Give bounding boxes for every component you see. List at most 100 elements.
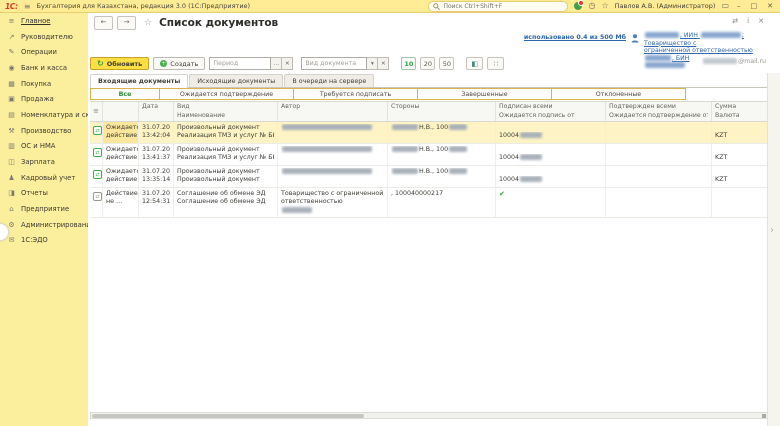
sidebar-item-otchety[interactable]: ◨Отчеты [0, 186, 88, 202]
page-size-10-button[interactable]: 10 [401, 57, 416, 70]
right-panel-strip: › [767, 73, 780, 426]
close-button[interactable]: ✕ [765, 2, 775, 10]
sidebar-item-nomenklatura[interactable]: ▤Номенклатура и склад [0, 107, 88, 123]
tab-outgoing-documents[interactable]: Исходящие документы [189, 74, 283, 87]
app-window: 1С: ≡ Бухгалтерия для Казахстана, редакц… [0, 0, 780, 426]
row-status: Ожидается действие [103, 166, 139, 187]
filter-completed[interactable]: Завершенные [417, 88, 552, 100]
favorites-icon[interactable]: ☆ [601, 2, 608, 10]
column-signed[interactable]: Подписан всемиОжидается подпись от [496, 102, 606, 121]
sidebar-item-kadrovyj-uchet[interactable]: ♟Кадровый учет [0, 170, 88, 186]
briefcase-icon: ▣ [7, 95, 16, 103]
info-icon[interactable]: i [747, 17, 749, 25]
history-icon[interactable]: ◷ [588, 2, 595, 10]
create-button[interactable]: +Создать [153, 57, 205, 70]
doc-type-dropdown-button[interactable]: ▾ [367, 57, 378, 70]
forward-button[interactable]: → [117, 16, 136, 30]
building-icon: ⌂ [7, 205, 16, 213]
user-email: @mail.ru [702, 58, 766, 65]
resize-icon[interactable]: ⇄ [732, 17, 738, 25]
storage-usage-link[interactable]: использовано 0.4 из 500 Мб [524, 34, 626, 41]
maximize-button[interactable]: □ [749, 2, 760, 10]
row-status: Действие не … [103, 188, 139, 217]
list-menu-icon[interactable]: ≡ [90, 102, 103, 121]
refresh-button[interactable]: ↻Обновить [90, 57, 149, 70]
user-icon [631, 34, 639, 43]
sidebar-item-zarplata[interactable]: ◫Зарплата [0, 154, 88, 170]
scrollbar-end [762, 414, 766, 418]
sidebar-item-os-i-nma[interactable]: ▥ОС и НМА [0, 139, 88, 155]
column-date[interactable]: Дата [139, 102, 174, 121]
main-menu-icon[interactable]: ≡ [24, 2, 31, 11]
gear-icon: ⚙ [7, 221, 16, 229]
trend-icon: ↗ [7, 33, 16, 41]
sidebar-item-rukovoditelyu[interactable]: ↗Руководителю [0, 29, 88, 45]
sidebar-item-glavnoe[interactable]: ≡Главное [0, 13, 88, 29]
search-input[interactable] [443, 3, 563, 10]
factory-icon: ⚒ [7, 127, 16, 135]
document-tabs: Входящие документы Исходящие документы В… [90, 74, 767, 88]
filter-awaiting-confirmation[interactable]: Ожидается подтверждение [159, 88, 294, 100]
redacted-text [520, 176, 542, 182]
sidebar-item-bank-i-kassa[interactable]: ◉Банк и касса [0, 60, 88, 76]
sidebar-item-prodazha[interactable]: ▣Продажа [0, 91, 88, 107]
filter-requires-signature[interactable]: Требуется подписать [293, 88, 418, 100]
back-button[interactable]: ← [94, 16, 113, 30]
form-close-icon[interactable]: ✕ [758, 17, 764, 25]
global-search[interactable] [428, 1, 568, 12]
cart-icon: ▦ [7, 80, 16, 88]
minimize-button[interactable]: – [735, 2, 743, 10]
tab-server-queue[interactable]: В очереди на сервере [284, 74, 374, 87]
edo-exchange-icon: ⇄ [93, 126, 102, 135]
favorite-star-icon[interactable]: ☆ [144, 18, 152, 28]
column-status[interactable] [103, 102, 139, 121]
filter-all[interactable]: Все [90, 88, 160, 100]
discussions-notification-icon[interactable] [574, 2, 582, 10]
current-user[interactable]: Павлов А.В. (Администратор) [615, 2, 716, 10]
display-icon[interactable]: ▭ [721, 2, 729, 10]
form-list-of-documents: ← → ☆ Список документов ⇄ i ✕ использова… [88, 13, 780, 426]
sidebar-item-1c-edo[interactable]: ✉1С:ЭДО [0, 233, 88, 249]
table-row[interactable]: ⇄ Ожидается действие 31.07.202313:41:37 … [90, 144, 768, 166]
sidebar-item-administrirovanie[interactable]: ⚙Администрирование [0, 217, 88, 233]
doc-type-input[interactable] [301, 57, 367, 70]
column-parties[interactable]: Стороны [388, 102, 496, 121]
calculator-icon: ◫ [7, 158, 16, 166]
redacted-text [449, 146, 467, 152]
redacted-text [645, 32, 679, 38]
column-author[interactable]: Автор [278, 102, 388, 121]
redacted-text [449, 168, 467, 174]
list-toolbar: ↻Обновить +Создать … ✕ ▾ ✕ 10 20 50 ◧ ∷ [90, 57, 504, 70]
column-sum[interactable]: СуммаВалюта [712, 102, 768, 121]
period-input[interactable] [209, 57, 271, 70]
column-kind-name[interactable]: ВидНаименование [174, 102, 278, 121]
table-row[interactable]: ⇄ Ожидается действие 31.07.202313:35:14 … [90, 166, 768, 188]
panel-view-button[interactable]: ◧ [466, 57, 483, 70]
page-size-50-button[interactable]: 50 [439, 57, 454, 70]
doc-type-clear-button[interactable]: ✕ [378, 57, 389, 70]
report-icon: ◨ [7, 189, 16, 197]
scrollbar-thumb[interactable] [92, 414, 364, 418]
structure-view-button[interactable]: ∷ [487, 57, 504, 70]
horizontal-scrollbar[interactable] [90, 412, 768, 419]
period-choose-button[interactable]: … [271, 57, 282, 70]
period-clear-button[interactable]: ✕ [282, 57, 293, 70]
expand-panel-chevron[interactable]: › [770, 225, 774, 236]
sidebar-item-proizvodstvo[interactable]: ⚒Производство [0, 123, 88, 139]
table-row[interactable]: ⇄ Ожидается действие 31.07.202313:42:04 … [90, 122, 768, 144]
sidebar-item-predpriyatie[interactable]: ⌂Предприятие [0, 201, 88, 217]
signed-check-icon: ✔ [499, 190, 602, 199]
redacted-text [392, 124, 418, 130]
envelope-icon: ✉ [7, 236, 16, 244]
filter-rejected[interactable]: Отклоненные [551, 88, 686, 100]
sidebar-item-pokupka[interactable]: ▦Покупка [0, 76, 88, 92]
page-size-20-button[interactable]: 20 [420, 57, 435, 70]
operations-icon: ✎ [7, 48, 16, 56]
table-row[interactable]: ⇄ Действие не … 31.07.202312:54:31 Согла… [90, 188, 768, 218]
redacted-text [645, 62, 685, 68]
column-confirmed[interactable]: Подтвержден всемиОжидается подтверждение… [606, 102, 712, 121]
tab-incoming-documents[interactable]: Входящие документы [90, 74, 188, 88]
sidebar-item-operacii[interactable]: ✎Операции [0, 44, 88, 60]
table-header: ≡ Дата ВидНаименование Автор Стороны Под… [90, 101, 768, 122]
people-icon: ♟ [7, 174, 16, 182]
